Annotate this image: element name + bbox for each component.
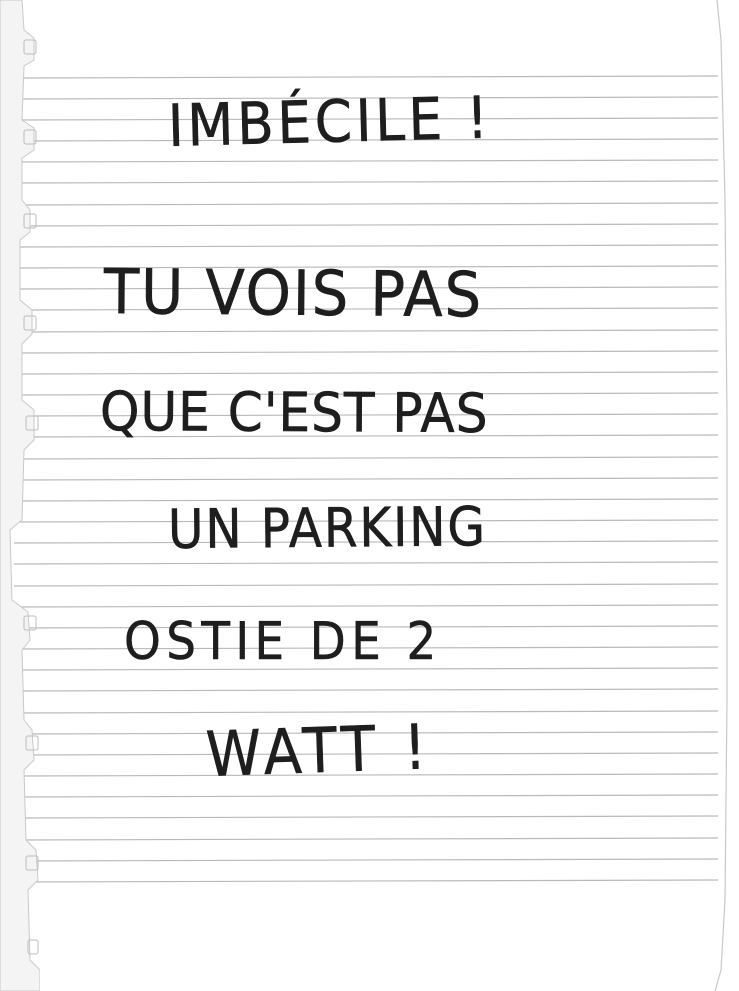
note-line-1: IMBÉCILE ! — [167, 83, 493, 160]
note-line-6: WATT ! — [204, 710, 433, 791]
paper-right-edge — [714, 0, 728, 991]
notebook-page: IMBÉCILE ! TU VOIS PAS QUE C'EST PAS UN … — [0, 0, 739, 991]
note-line-2: TU VOIS PAS — [103, 255, 484, 332]
perforated-edge — [0, 0, 40, 991]
note-line-5: OSTIE DE 2 — [124, 612, 442, 673]
note-line-4: UN PARKING — [167, 495, 488, 561]
note-line-3: QUE C'EST PAS — [99, 380, 489, 446]
